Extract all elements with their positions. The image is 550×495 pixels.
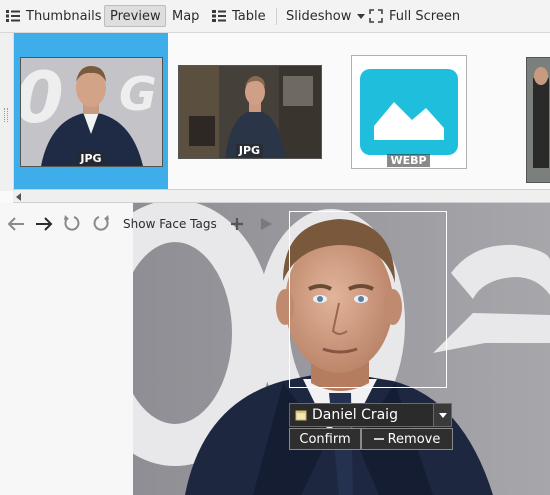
table-icon xyxy=(212,10,226,22)
thumbnails-label: Thumbnails xyxy=(26,8,102,24)
toolbar-separator xyxy=(276,8,277,25)
partial-thumbnail-art xyxy=(527,58,550,182)
horizontal-scrollbar[interactable] xyxy=(13,189,550,203)
thumbnail-item[interactable]: WEBP xyxy=(331,33,486,189)
back-button[interactable] xyxy=(6,214,26,234)
svg-text:0: 0 xyxy=(21,58,64,139)
face-region-box[interactable] xyxy=(289,211,447,388)
thumbnail-item[interactable] xyxy=(486,33,550,189)
fullscreen-button[interactable]: Full Screen xyxy=(369,5,460,27)
add-face-tag-button[interactable] xyxy=(227,214,247,234)
table-label: Table xyxy=(232,8,266,24)
face-name-value: Daniel Craig xyxy=(312,407,398,423)
fullscreen-icon xyxy=(369,9,383,23)
preview-label: Preview xyxy=(110,8,161,24)
image-placeholder-icon xyxy=(360,69,458,155)
thumbnail-strip: 0 G JPG xyxy=(0,33,550,203)
format-badge: JPG xyxy=(14,151,168,166)
scroll-left-icon[interactable] xyxy=(16,193,21,201)
confirm-label: Confirm xyxy=(299,431,351,447)
confirm-button[interactable]: Confirm xyxy=(289,428,361,450)
toolbar: Thumbnails Preview Map Table Slideshow F… xyxy=(0,0,550,33)
portrait-thumbnail-art: 0 G xyxy=(21,58,162,166)
thumbnail-item[interactable]: JPG xyxy=(168,33,331,189)
chevron-down-icon xyxy=(438,412,447,418)
rotate-left-icon xyxy=(64,215,80,231)
remove-label: Remove xyxy=(387,431,441,447)
show-face-tags-toggle[interactable]: Show Face Tags xyxy=(123,217,217,231)
thumbnails-icon xyxy=(6,10,20,22)
slideshow-label: Slideshow xyxy=(286,8,352,24)
plus-icon xyxy=(231,218,243,230)
face-name-combobox[interactable]: Daniel Craig xyxy=(289,403,452,427)
chevron-down-icon[interactable] xyxy=(357,13,366,19)
thumbnail-item[interactable]: 0 G JPG xyxy=(14,33,168,189)
grip-icon xyxy=(4,108,8,122)
table-button[interactable]: Table xyxy=(212,5,266,27)
left-panel xyxy=(0,203,133,495)
thumbnails-button[interactable]: Thumbnails xyxy=(6,5,102,27)
map-label: Map xyxy=(172,8,200,24)
play-button[interactable] xyxy=(256,214,276,234)
forward-button[interactable] xyxy=(34,214,54,234)
fullscreen-label: Full Screen xyxy=(389,8,461,24)
thumbnail-image xyxy=(526,57,550,183)
tag-icon xyxy=(295,410,307,421)
strip-handle[interactable] xyxy=(0,33,14,191)
arrow-right-icon xyxy=(36,217,53,231)
svg-text:G: G xyxy=(119,67,157,121)
arrow-left-icon xyxy=(7,217,24,231)
remove-button[interactable]: Remove xyxy=(361,428,453,450)
minus-icon xyxy=(373,438,384,440)
rotate-right-button[interactable] xyxy=(91,213,111,233)
map-button[interactable]: Map xyxy=(172,5,199,27)
rotate-right-icon xyxy=(93,215,109,231)
slideshow-button[interactable]: Slideshow xyxy=(286,5,366,27)
rotate-left-button[interactable] xyxy=(62,213,82,233)
thumbnail-image xyxy=(351,55,467,169)
format-badge: WEBP xyxy=(331,153,486,168)
preview-button[interactable]: Preview xyxy=(104,5,166,27)
format-badge: JPG xyxy=(168,143,331,158)
face-name-dropdown[interactable] xyxy=(433,404,451,426)
play-icon xyxy=(261,218,272,230)
